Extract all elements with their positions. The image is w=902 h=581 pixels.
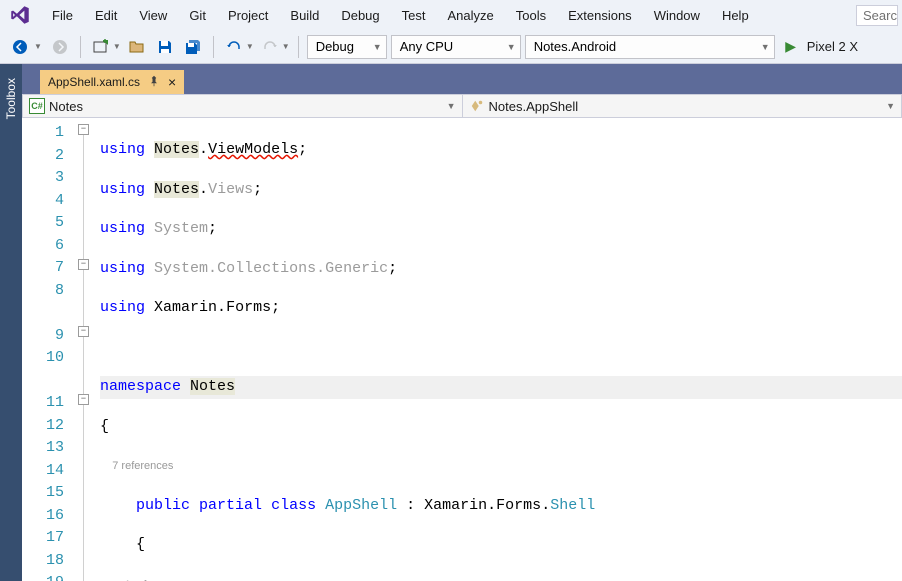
chevron-down-icon: ▼ — [501, 42, 516, 52]
pin-icon[interactable] — [148, 75, 160, 90]
back-button[interactable] — [8, 35, 32, 59]
fold-toggle[interactable]: − — [78, 394, 89, 405]
open-button[interactable] — [125, 35, 149, 59]
csharp-icon: C# — [29, 98, 45, 114]
run-button[interactable]: ▶ — [779, 35, 803, 59]
menu-test[interactable]: Test — [392, 4, 436, 27]
menu-git[interactable]: Git — [179, 4, 216, 27]
redo-button[interactable] — [258, 35, 282, 59]
run-target-label: Pixel 2 X — [807, 39, 858, 54]
search-input[interactable]: Search — [856, 5, 898, 26]
nav-type-label: Notes.AppShell — [489, 99, 579, 114]
document-tab-row: AppShell.xaml.cs × — [22, 68, 902, 94]
menu-analyze[interactable]: Analyze — [437, 4, 503, 27]
forward-button[interactable] — [48, 35, 72, 59]
menu-help[interactable]: Help — [712, 4, 759, 27]
chevron-down-icon: ▼ — [447, 101, 456, 111]
save-button[interactable] — [153, 35, 177, 59]
menu-project[interactable]: Project — [218, 4, 278, 27]
menu-tools[interactable]: Tools — [506, 4, 556, 27]
nav-scope-dropdown[interactable]: C# Notes ▼ — [23, 95, 463, 117]
line-number-gutter: 12345678 910 111213141516171819 — [22, 118, 76, 581]
startup-dropdown[interactable]: Notes.Android ▼ — [525, 35, 775, 59]
chevron-down-icon: ▼ — [367, 42, 382, 52]
code-content[interactable]: using Notes.ViewModels; using Notes.View… — [100, 118, 902, 581]
config-value: Debug — [316, 39, 354, 54]
fold-toggle[interactable]: − — [78, 124, 89, 135]
codelens-class[interactable]: 7 references — [112, 460, 173, 472]
navigation-bar: C# Notes ▼ Notes.AppShell ▼ — [22, 94, 902, 118]
menu-debug[interactable]: Debug — [331, 4, 389, 27]
save-all-button[interactable] — [181, 35, 205, 59]
menu-edit[interactable]: Edit — [85, 4, 127, 27]
class-icon — [469, 98, 485, 114]
nav-type-dropdown[interactable]: Notes.AppShell ▼ — [463, 95, 902, 117]
menu-view[interactable]: View — [129, 4, 177, 27]
chevron-down-icon: ▼ — [886, 101, 895, 111]
client-area: Toolbox AppShell.xaml.cs × C# Notes ▼ No… — [0, 64, 902, 581]
fold-gutter: − − − − — [76, 118, 100, 581]
side-toolbox: Toolbox — [0, 64, 22, 581]
startup-value: Notes.Android — [534, 39, 616, 54]
menu-bar: File Edit View Git Project Build Debug T… — [0, 0, 902, 30]
toolbar: ▼ ▼ ▼ ▼ Debug▼ Any CPU▼ Notes.Android▼ ▶… — [0, 30, 902, 64]
nav-scope-label: Notes — [49, 99, 83, 114]
menu-extensions[interactable]: Extensions — [558, 4, 642, 27]
platform-dropdown[interactable]: Any CPU ▼ — [391, 35, 521, 59]
platform-value: Any CPU — [400, 39, 453, 54]
fold-toggle[interactable]: − — [78, 326, 89, 337]
editor-pane: AppShell.xaml.cs × C# Notes ▼ Notes.AppS… — [22, 64, 902, 581]
file-tab[interactable]: AppShell.xaml.cs × — [40, 70, 184, 94]
menu-file[interactable]: File — [42, 4, 83, 27]
close-icon[interactable]: × — [168, 74, 176, 90]
chevron-down-icon: ▼ — [755, 42, 770, 52]
code-editor[interactable]: 12345678 910 111213141516171819 − − − − … — [22, 118, 902, 581]
menu-build[interactable]: Build — [280, 4, 329, 27]
menu-window[interactable]: Window — [644, 4, 710, 27]
fold-toggle[interactable]: − — [78, 259, 89, 270]
new-project-button[interactable] — [89, 35, 113, 59]
file-tab-label: AppShell.xaml.cs — [48, 75, 140, 89]
vs-logo-icon — [8, 3, 32, 27]
toolbox-tab[interactable]: Toolbox — [2, 70, 20, 127]
config-dropdown[interactable]: Debug ▼ — [307, 35, 387, 59]
undo-button[interactable] — [222, 35, 246, 59]
